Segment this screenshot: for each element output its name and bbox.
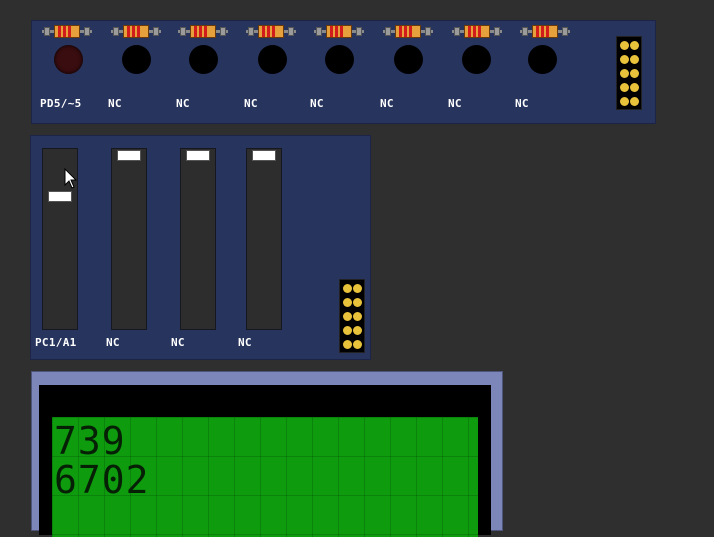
slider-knob[interactable] (117, 150, 141, 161)
led-indicator[interactable] (325, 45, 354, 74)
led-indicator[interactable] (528, 45, 557, 74)
pin-header-connector[interactable] (616, 36, 642, 110)
led-indicator[interactable] (189, 45, 218, 74)
pin-header-connector[interactable] (339, 279, 365, 353)
pin-label: NC (380, 97, 394, 110)
mouse-pointer-icon (64, 168, 78, 189)
pin-label: NC (171, 336, 185, 349)
pin-label: NC (238, 336, 252, 349)
slider-track[interactable] (246, 148, 282, 330)
slider-knob[interactable] (186, 150, 210, 161)
pin-label: NC (176, 97, 190, 110)
slider-panel: PC1/A1 NC NC NC (30, 135, 371, 360)
resistor-icon (314, 24, 364, 38)
led-indicator[interactable] (54, 45, 83, 74)
lcd-line-1: 739 (54, 419, 126, 463)
lcd-screen: 739 6702 (52, 417, 478, 537)
led-indicator[interactable] (258, 45, 287, 74)
resistor-icon (178, 24, 228, 38)
pin-label: NC (108, 97, 122, 110)
resistor-icon (383, 24, 433, 38)
resistor-icon (520, 24, 570, 38)
led-indicator[interactable] (122, 45, 151, 74)
pin-label: NC (310, 97, 324, 110)
slider-track[interactable] (111, 148, 147, 330)
resistor-icon (111, 24, 161, 38)
led-panel: PD5/~5 NC NC NC NC NC NC NC (31, 20, 656, 124)
pin-label: PD5/~5 (40, 97, 82, 110)
pin-label: NC (244, 97, 258, 110)
lcd-module: 739 6702 (31, 371, 503, 537)
resistor-icon (452, 24, 502, 38)
resistor-icon (246, 24, 296, 38)
slider-knob[interactable] (48, 191, 72, 202)
resistor-icon (42, 24, 92, 38)
slider-track[interactable] (180, 148, 216, 330)
pin-label: PC1/A1 (35, 336, 77, 349)
led-indicator[interactable] (462, 45, 491, 74)
pin-label: NC (106, 336, 120, 349)
lcd-bezel: 739 6702 (39, 385, 491, 537)
slider-knob[interactable] (252, 150, 276, 161)
pin-label: NC (515, 97, 529, 110)
pin-label: NC (448, 97, 462, 110)
led-indicator[interactable] (394, 45, 423, 74)
lcd-line-2: 6702 (54, 458, 150, 502)
